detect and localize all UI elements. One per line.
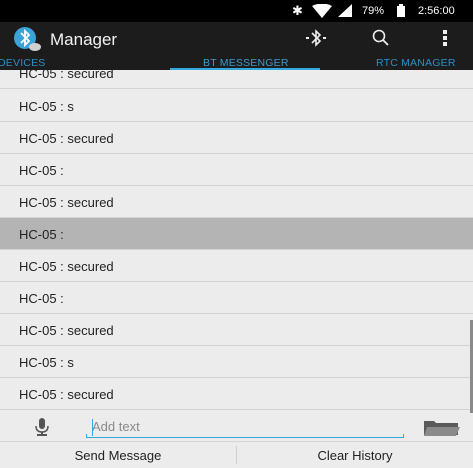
signal-icon: [338, 4, 352, 17]
search-icon[interactable]: [371, 28, 391, 53]
message-text: HC-05 :: [19, 227, 64, 242]
list-item[interactable]: HC-05 : secured: [0, 70, 473, 89]
wifi-icon: [312, 4, 332, 18]
send-message-button[interactable]: Send Message: [0, 448, 236, 463]
message-text: HC-05 : secured: [19, 70, 114, 81]
list-item[interactable]: HC-05 : secured: [0, 250, 473, 282]
message-text: HC-05 : secured: [19, 131, 114, 146]
app-title: Manager: [50, 30, 118, 49]
list-item[interactable]: HC-05 : secured: [0, 378, 473, 410]
message-text: HC-05 : secured: [19, 387, 114, 402]
list-item[interactable]: HC-05 : s: [0, 90, 473, 122]
list-item[interactable]: HC-05 : secured: [0, 186, 473, 218]
microphone-icon[interactable]: [34, 418, 50, 441]
status-bar: ✱ 79% 2:56:00: [0, 0, 473, 22]
list-item-selected[interactable]: HC-05 :: [0, 218, 473, 250]
list-item[interactable]: HC-05 :: [0, 154, 473, 186]
list-item[interactable]: HC-05 : s: [0, 346, 473, 378]
list-item[interactable]: HC-05 : secured: [0, 314, 473, 346]
bluetooth-connect-icon[interactable]: [305, 28, 327, 53]
message-input[interactable]: [86, 416, 410, 436]
bluetooth-status-icon: ✱: [292, 3, 303, 18]
folder-icon[interactable]: [424, 419, 460, 442]
message-text: HC-05 : secured: [19, 259, 114, 274]
battery-icon: [397, 4, 405, 17]
input-underline: [86, 434, 404, 438]
message-text: HC-05 :: [19, 163, 64, 178]
button-divider: [236, 446, 237, 464]
list-item[interactable]: HC-05 : secured: [0, 122, 473, 154]
tab-devices[interactable]: DEVICES: [0, 57, 46, 69]
message-text: HC-05 : secured: [19, 195, 114, 210]
battery-percent: 79%: [362, 5, 385, 17]
action-bar: Manager: [0, 22, 473, 56]
message-text: HC-05 : s: [19, 99, 74, 114]
list-item[interactable]: HC-05 :: [0, 282, 473, 314]
overflow-menu-icon[interactable]: [442, 28, 448, 53]
clear-history-button[interactable]: Clear History: [237, 448, 473, 463]
clock: 2:56:00: [418, 5, 455, 17]
bluetooth-app-icon[interactable]: [12, 26, 41, 52]
message-text: HC-05 :: [19, 291, 64, 306]
message-text: HC-05 : secured: [19, 323, 114, 338]
tab-rtc-manager[interactable]: RTC MANAGER: [376, 57, 456, 69]
message-list[interactable]: HC-05 : secured HC-05 : s HC-05 : secure…: [0, 70, 473, 413]
message-text: HC-05 : s: [19, 355, 74, 370]
